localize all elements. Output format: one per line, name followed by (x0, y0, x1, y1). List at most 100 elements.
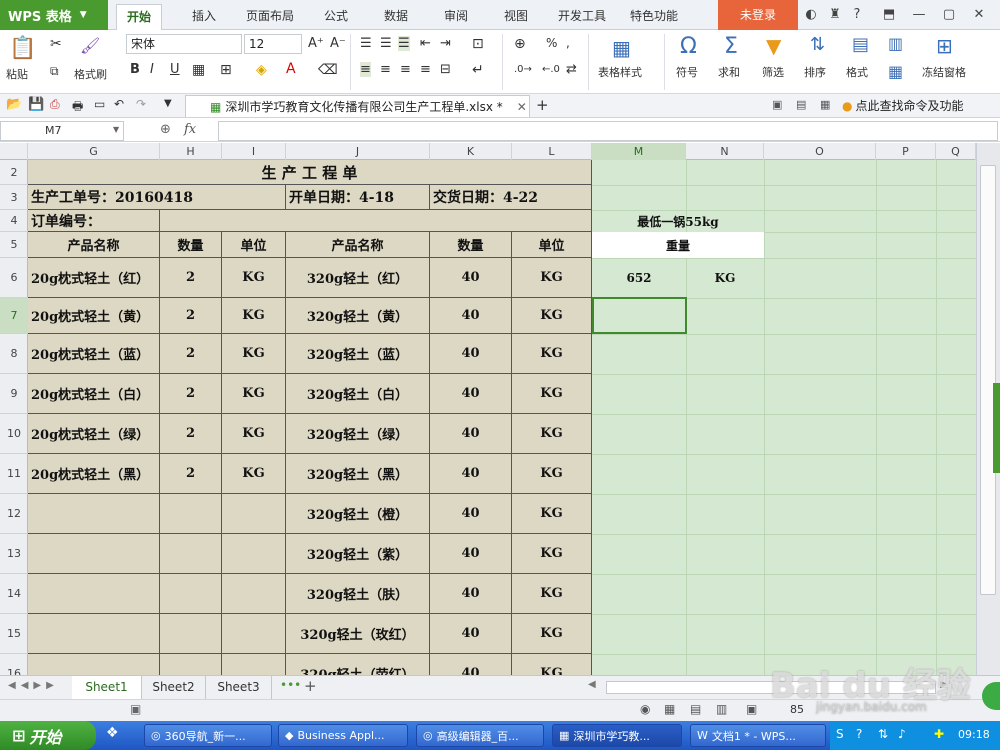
column-header[interactable]: O (764, 143, 876, 160)
decrease-decimal-icon[interactable]: ←.0 (542, 64, 560, 75)
taskbar-item[interactable]: ◎ 高级编辑器_百... (416, 724, 544, 747)
filter-button[interactable]: 筛选 (762, 64, 784, 80)
sheet-nav-arrows[interactable]: ◀◀▶▶ (8, 680, 59, 691)
zoom-icon[interactable]: ⊕ (160, 122, 171, 137)
cell-product-b[interactable]: 320g轻土（红） (286, 258, 430, 298)
cell-product-b[interactable]: 320g轻土（橙） (286, 494, 430, 534)
column-header[interactable]: J (286, 143, 430, 160)
cell-product-a[interactable]: 20g枕式轻土（白） (28, 374, 160, 414)
column-header[interactable]: Q (936, 143, 976, 160)
sheet-title[interactable]: 生 产 工 程 单 (28, 160, 592, 185)
tab-insert[interactable]: 插入 (182, 4, 226, 30)
column-header[interactable]: L (512, 143, 592, 160)
cell-unit-a[interactable] (222, 614, 286, 654)
freeze-icon[interactable]: ⊞ (936, 34, 953, 58)
cell-qty-b[interactable]: 40 (430, 258, 512, 298)
clear-format-icon[interactable]: ⌫ (318, 62, 338, 78)
cell-product-a[interactable] (28, 614, 160, 654)
align-bottom-icon[interactable]: ☰ (398, 36, 410, 51)
preview-icon[interactable]: ▭ (94, 97, 105, 111)
row-header[interactable]: 11 (0, 454, 28, 494)
taskbar-item[interactable]: W 文档1 * - WPS... (690, 724, 826, 747)
minimize-icon[interactable]: — (910, 6, 928, 24)
cell-product-a[interactable] (28, 494, 160, 534)
align-left-icon[interactable]: ≡ (360, 62, 371, 77)
row-header[interactable]: 5 (0, 232, 28, 258)
symbol-button[interactable]: 符号 (676, 64, 698, 80)
fx-button[interactable]: fx (184, 122, 196, 137)
open-date-cell[interactable]: 开单日期：4-18 (286, 185, 430, 210)
cell-product-a[interactable]: 20g枕式轻土（绿） (28, 414, 160, 454)
cell-product-b[interactable]: 320g轻土（黑） (286, 454, 430, 494)
cell-unit-b[interactable]: KG (512, 454, 592, 494)
cell-product-b[interactable]: 320g轻土（肤） (286, 574, 430, 614)
header-quantity[interactable]: 数量 (160, 232, 222, 258)
tab-review[interactable]: 审阅 (434, 4, 478, 30)
search-command[interactable]: ● 点此查找命令及功能 (842, 97, 964, 114)
start-button[interactable]: ⊞ 开始 (0, 721, 96, 750)
row-header[interactable]: 13 (0, 534, 28, 574)
font-name-select[interactable]: 宋体 (126, 34, 242, 54)
input-method-icon[interactable]: S (836, 727, 844, 741)
header-quantity[interactable]: 数量 (430, 232, 512, 258)
merge-icon[interactable]: ⊞ (220, 62, 232, 78)
tab-view[interactable]: 视图 (494, 4, 538, 30)
cell-product-b[interactable]: 320g轻土（蓝） (286, 334, 430, 374)
more-sheets-icon[interactable]: ••• (280, 678, 301, 692)
border-icon[interactable]: ▦ (192, 62, 205, 78)
percent-button[interactable]: % (546, 36, 557, 50)
grid-icon[interactable]: ▦ (820, 98, 830, 111)
symbol-icon[interactable]: Ω (680, 34, 697, 59)
cell-unit-b[interactable]: KG (512, 414, 592, 454)
convert-icon[interactable]: ⇄ (566, 62, 577, 77)
cell-unit-a[interactable]: KG (222, 334, 286, 374)
header-product-name[interactable]: 产品名称 (286, 232, 430, 258)
macro-icon[interactable]: ▣ (130, 702, 141, 716)
cut-icon[interactable]: ✂ (50, 36, 62, 52)
row-header[interactable]: 10 (0, 414, 28, 454)
cell-product-b[interactable]: 320g轻土（黄） (286, 298, 430, 334)
open-icon[interactable]: 📂 (6, 97, 22, 112)
name-box[interactable]: M7 (0, 121, 124, 141)
cell-unit-b[interactable]: KG (512, 654, 592, 675)
column-header[interactable]: N (686, 143, 764, 160)
tab-home[interactable]: 开始 (116, 4, 163, 30)
undo-icon[interactable]: ↶ (114, 97, 124, 111)
print-icon[interactable]: 🖶 (72, 97, 83, 118)
cell-product-a[interactable] (28, 534, 160, 574)
side-panel-handle[interactable] (993, 383, 1000, 473)
row-header[interactable]: 8 (0, 334, 28, 374)
cell-unit-a[interactable] (222, 534, 286, 574)
cell-qty-b[interactable]: 40 (430, 334, 512, 374)
format-painter-icon[interactable]: 🖌 (80, 36, 100, 55)
select-all-corner[interactable] (0, 143, 28, 160)
page-break-icon[interactable]: ▥ (716, 702, 727, 716)
row-header[interactable]: 6 (0, 258, 28, 298)
cell-qty-a[interactable]: 2 (160, 414, 222, 454)
copy-icon[interactable]: ⧉ (50, 64, 59, 79)
cell-product-a[interactable]: 20g枕式轻土（黄） (28, 298, 160, 334)
justify-icon[interactable]: ≡ (420, 62, 431, 77)
sum-icon[interactable]: Σ (724, 34, 738, 59)
help-tray-icon[interactable]: ? (856, 727, 862, 741)
cell-unit-b[interactable]: KG (512, 574, 592, 614)
format-painter-button[interactable]: 格式刷 (74, 66, 107, 82)
formula-input[interactable] (218, 121, 998, 141)
number-format-icon[interactable]: ⊕ (514, 36, 526, 52)
sum-button[interactable]: 求和 (718, 64, 740, 80)
page-layout-icon[interactable]: ▤ (690, 702, 701, 716)
row-header[interactable]: 3 (0, 185, 28, 210)
layout-icon[interactable]: ▤ (796, 98, 806, 111)
tab-formulas[interactable]: 公式 (314, 4, 358, 30)
chevron-down-icon[interactable]: ▼ (164, 98, 172, 109)
align-top-icon[interactable]: ☰ (360, 36, 372, 51)
cell-product-a[interactable]: 20g枕式轻土（红） (28, 258, 160, 298)
row-header[interactable]: 4 (0, 210, 28, 232)
document-tab[interactable]: ▦ 深圳市学巧教育文化传播有限公司生产工程单.xlsx * ✕ (185, 95, 530, 117)
selected-cell-m7[interactable] (592, 297, 687, 334)
normal-view-icon[interactable]: ▦ (664, 702, 675, 716)
distribute-icon[interactable]: ⊟ (440, 62, 451, 77)
skin-icon[interactable]: ◐ (802, 6, 820, 24)
sheet-tab[interactable]: Sheet2 (142, 676, 206, 699)
column-header-selected[interactable]: M (592, 143, 686, 160)
